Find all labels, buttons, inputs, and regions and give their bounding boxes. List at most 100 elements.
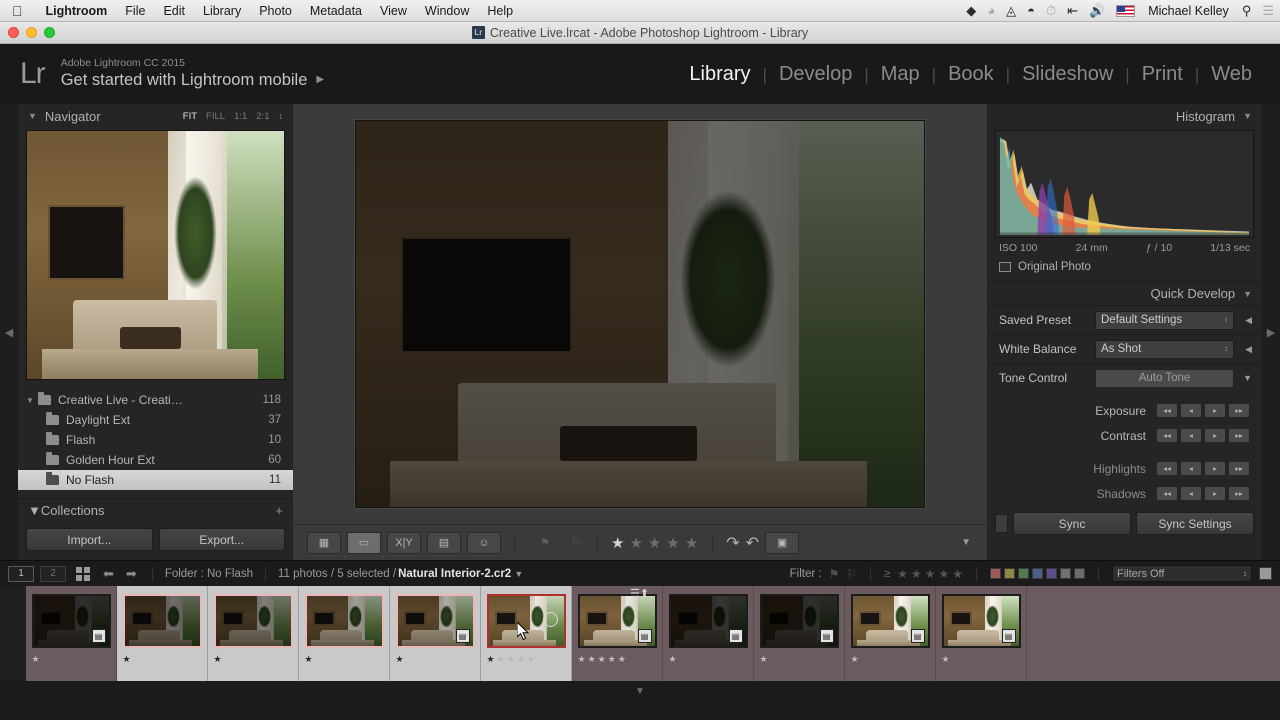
folder-row-no-flash[interactable]: No Flash 11 — [18, 470, 293, 490]
develop-badge-icon[interactable]: ▤ — [91, 629, 106, 643]
filmstrip-thumb-9[interactable]: ▤ ★ — [754, 586, 845, 681]
develop-badge-icon[interactable]: ▤ — [910, 629, 925, 643]
module-print[interactable]: Print — [1130, 63, 1195, 86]
histogram-display[interactable] — [995, 130, 1254, 238]
flag-icon[interactable]: ⚑ — [528, 532, 562, 554]
current-filename[interactable]: Natural Interior-2.cr2 ▼ — [398, 568, 523, 580]
star-rating-control[interactable]: ★ ★ ★ ★ ★ — [611, 534, 699, 552]
highlights-decrease-small[interactable]: ◂ — [1180, 461, 1202, 476]
filmstrip-thumb-11[interactable]: ▤ ★ — [936, 586, 1027, 681]
auto-sync-toggle[interactable] — [995, 514, 1008, 533]
white-balance-caret-icon[interactable]: ◀ — [1234, 344, 1252, 355]
menu-item-window[interactable]: Window — [416, 4, 478, 18]
thumbnail-rating[interactable]: ★ — [32, 654, 40, 665]
source-label[interactable]: Folder : No Flash — [165, 568, 253, 580]
menu-item-view[interactable]: View — [371, 4, 416, 18]
chevron-down-icon[interactable]: ▼ — [1243, 111, 1252, 121]
us-flag-icon[interactable] — [1116, 4, 1136, 17]
module-web[interactable]: Web — [1199, 63, 1264, 86]
identity-plate[interactable]: Adobe Lightroom CC 2015 Get started with… — [61, 57, 324, 91]
contrast-increase-large[interactable]: ▸▸ — [1228, 428, 1250, 443]
survey-view-icon[interactable]: ▤ — [427, 531, 461, 554]
filmstrip-thumb-10[interactable]: ▤ ★ — [845, 586, 936, 681]
screen-1-button[interactable]: 1 — [8, 565, 34, 582]
filmstrip-thumb-4[interactable]: ★ — [299, 586, 390, 681]
color-label-green[interactable] — [1018, 568, 1029, 579]
star-5[interactable]: ★ — [685, 534, 699, 552]
tone-control-caret-icon[interactable]: ▼ — [1234, 373, 1252, 383]
grid-view-icon[interactable]: ▦ — [307, 531, 341, 554]
contrast-decrease-small[interactable]: ◂ — [1180, 428, 1202, 443]
bottom-panel-handle[interactable]: ▼ — [0, 681, 1280, 701]
color-label-gray[interactable] — [1060, 568, 1071, 579]
stepper-icon[interactable]: ↕ — [1224, 345, 1228, 353]
flag-filter-icon[interactable]: ⚑ — [829, 567, 840, 581]
loupe-preview-area[interactable] — [293, 104, 987, 524]
filmstrip-thumb-2[interactable]: ★ — [117, 586, 208, 681]
filter-star-3[interactable]: ★ — [925, 567, 936, 581]
shadows-decrease-small[interactable]: ◂ — [1180, 486, 1202, 501]
module-slideshow[interactable]: Slideshow — [1010, 63, 1125, 86]
rotate-right-icon[interactable]: ↶ — [746, 533, 759, 553]
histogram-panel-header[interactable]: Histogram ▼ — [987, 104, 1262, 128]
module-map[interactable]: Map — [869, 63, 932, 86]
bluetooth-icon[interactable]: ⇤ — [1067, 4, 1078, 17]
filmstrip-thumb-1[interactable]: ▤ ★ — [26, 586, 117, 681]
menu-item-metadata[interactable]: Metadata — [301, 4, 371, 18]
module-develop[interactable]: Develop — [767, 63, 864, 86]
creative-cloud-icon[interactable]: ◕ — [987, 4, 995, 17]
color-label-blue[interactable] — [1032, 568, 1043, 579]
rotate-left-icon[interactable]: ↷ — [726, 533, 739, 553]
thumbnail-rating[interactable]: ★ — [942, 654, 950, 665]
module-book[interactable]: Book — [936, 63, 1006, 86]
left-panel-collapse-handle[interactable]: ◀ — [0, 104, 18, 560]
color-label-yellow[interactable] — [1004, 568, 1015, 579]
thumbnail-hover-badge[interactable] — [543, 612, 558, 627]
contrast-decrease-large[interactable]: ◂◂ — [1156, 428, 1178, 443]
folder-row-daylight-ext[interactable]: Daylight Ext 37 — [18, 410, 293, 430]
star-1[interactable]: ★ — [611, 534, 625, 552]
develop-badge-icon[interactable]: ▤ — [1001, 629, 1016, 643]
thumbnail-rating[interactable]: ★ — [760, 654, 768, 665]
shadows-decrease-large[interactable]: ◂◂ — [1156, 486, 1178, 501]
thumbnail-rating[interactable]: ★ — [669, 654, 677, 665]
identity-tagline[interactable]: Get started with Lightroom mobile ▶ — [61, 70, 324, 91]
exposure-decrease-small[interactable]: ◂ — [1180, 403, 1202, 418]
color-label-purple[interactable] — [1046, 568, 1057, 579]
shadows-increase-small[interactable]: ▸ — [1204, 486, 1226, 501]
develop-badge-icon[interactable]: ▤ — [455, 629, 470, 643]
zoom-fit-button[interactable]: FIT — [183, 111, 197, 122]
rating-operator[interactable]: ≥ — [884, 568, 890, 580]
toolbar-chevron-down-icon[interactable]: ▼ — [961, 537, 971, 548]
zoom-1-1-button[interactable]: 1:1 — [234, 111, 247, 122]
thumbnail-rating[interactable]: ★ — [214, 654, 222, 665]
filter-preset-select[interactable]: Filters Off ↕ — [1112, 565, 1252, 582]
filmstrip-thumb-8[interactable]: ▤ ★ — [663, 586, 754, 681]
menu-item-lightroom[interactable]: Lightroom — [37, 4, 117, 18]
stepper-icon[interactable]: ↕ — [1243, 569, 1247, 578]
main-photo-frame[interactable] — [355, 120, 925, 508]
right-panel-collapse-handle[interactable]: ▶ — [1262, 104, 1280, 560]
white-balance-select[interactable]: As Shot ↕ — [1095, 339, 1234, 359]
folder-row-root[interactable]: ▼ Creative Live - Creati… 118 — [18, 390, 293, 410]
rating-filter-stars[interactable]: ★ ★ ★ ★ ★ — [897, 567, 963, 581]
menu-item-edit[interactable]: Edit — [154, 4, 194, 18]
add-collection-icon[interactable]: + — [275, 503, 283, 518]
develop-badge-icon[interactable]: ▤ — [637, 629, 652, 643]
time-machine-icon[interactable]: ⏱ — [1046, 4, 1056, 17]
nav-forward-icon[interactable]: ➡ — [123, 566, 140, 582]
thumbnail-rating[interactable]: ★ — [578, 654, 586, 665]
thumbnail-rating[interactable]: ★ — [851, 654, 859, 665]
compare-view-icon[interactable]: X|Y — [387, 531, 421, 554]
color-label-none[interactable] — [1074, 568, 1085, 579]
export-button[interactable]: Export... — [158, 528, 285, 551]
filmstrip-thumb-3[interactable]: ★ — [208, 586, 299, 681]
filmstrip-thumb-6[interactable]: ★ ★ ★ ★ ★ — [481, 586, 572, 681]
filmstrip-thumb-5[interactable]: ▤ ★ — [390, 586, 481, 681]
chevron-down-icon[interactable]: ▼ — [514, 569, 523, 579]
highlights-increase-small[interactable]: ▸ — [1204, 461, 1226, 476]
shadows-increase-large[interactable]: ▸▸ — [1228, 486, 1250, 501]
folder-row-golden-hour-ext[interactable]: Golden Hour Ext 60 — [18, 450, 293, 470]
notification-center-icon[interactable]: ☰ — [1262, 4, 1274, 17]
zoom-stepper-icon[interactable]: ↕ — [279, 111, 284, 121]
